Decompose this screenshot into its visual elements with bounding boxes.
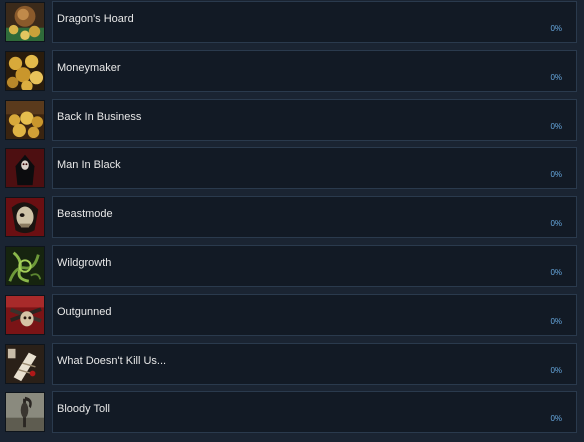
achievement-percent: 0% — [550, 122, 562, 131]
achievement-row-man-in-black[interactable]: Man In Black 0% — [0, 147, 584, 190]
achievement-row-moneymaker[interactable]: Moneymaker 0% — [0, 50, 584, 93]
achievement-panel: Wildgrowth 0% — [52, 245, 577, 287]
achievement-panel: Back In Business 0% — [52, 99, 577, 141]
achievement-name: Back In Business — [57, 111, 142, 123]
achievement-name: Dragon's Hoard — [57, 13, 134, 25]
achievement-percent: 0% — [550, 414, 562, 423]
achievement-name: Bloody Toll — [57, 403, 110, 415]
gold-coins-icon — [5, 51, 45, 91]
achievement-row-dragons-hoard[interactable]: Dragon's Hoard 0% — [0, 1, 584, 44]
achievement-name: Man In Black — [57, 159, 121, 171]
hooded-figure-icon — [5, 148, 45, 188]
achievement-panel: Man In Black 0% — [52, 147, 577, 189]
achievement-percent: 0% — [550, 219, 562, 228]
achievement-panel: What Doesn't Kill Us... 0% — [52, 343, 577, 385]
achievement-panel: Dragon's Hoard 0% — [52, 1, 577, 43]
achievement-row-wildgrowth[interactable]: Wildgrowth 0% — [0, 245, 584, 288]
achievement-list: Dragon's Hoard 0% Moneymaker 0% Back In … — [0, 0, 584, 442]
achievement-percent: 0% — [550, 366, 562, 375]
achievement-percent: 0% — [550, 24, 562, 33]
achievement-percent: 0% — [550, 268, 562, 277]
achievement-name: Outgunned — [57, 306, 112, 318]
achievement-name: Moneymaker — [57, 62, 121, 74]
achievement-row-outgunned[interactable]: Outgunned 0% — [0, 294, 584, 337]
bandaged-arm-icon — [5, 344, 45, 384]
achievement-panel: Outgunned 0% — [52, 294, 577, 336]
achievement-panel: Bloody Toll 0% — [52, 391, 577, 433]
achievement-percent: 0% — [550, 170, 562, 179]
scythe-icon — [5, 392, 45, 432]
achievement-row-bloody-toll[interactable]: Bloody Toll 0% — [0, 391, 584, 434]
achievement-percent: 0% — [550, 73, 562, 82]
treasure-hoard-icon — [5, 2, 45, 42]
achievement-row-back-in-business[interactable]: Back In Business 0% — [0, 99, 584, 142]
achievement-name: Wildgrowth — [57, 257, 112, 269]
achievement-percent: 0% — [550, 317, 562, 326]
gold-pile-icon — [5, 100, 45, 140]
achievement-name: Beastmode — [57, 208, 113, 220]
achievement-row-what-doesnt-kill-us[interactable]: What Doesn't Kill Us... 0% — [0, 343, 584, 386]
achievement-panel: Beastmode 0% — [52, 196, 577, 238]
crossed-guns-icon — [5, 295, 45, 335]
achievement-row-beastmode[interactable]: Beastmode 0% — [0, 196, 584, 239]
vines-icon — [5, 246, 45, 286]
achievement-name: What Doesn't Kill Us... — [57, 355, 167, 367]
beast-skull-icon — [5, 197, 45, 237]
achievement-panel: Moneymaker 0% — [52, 50, 577, 92]
